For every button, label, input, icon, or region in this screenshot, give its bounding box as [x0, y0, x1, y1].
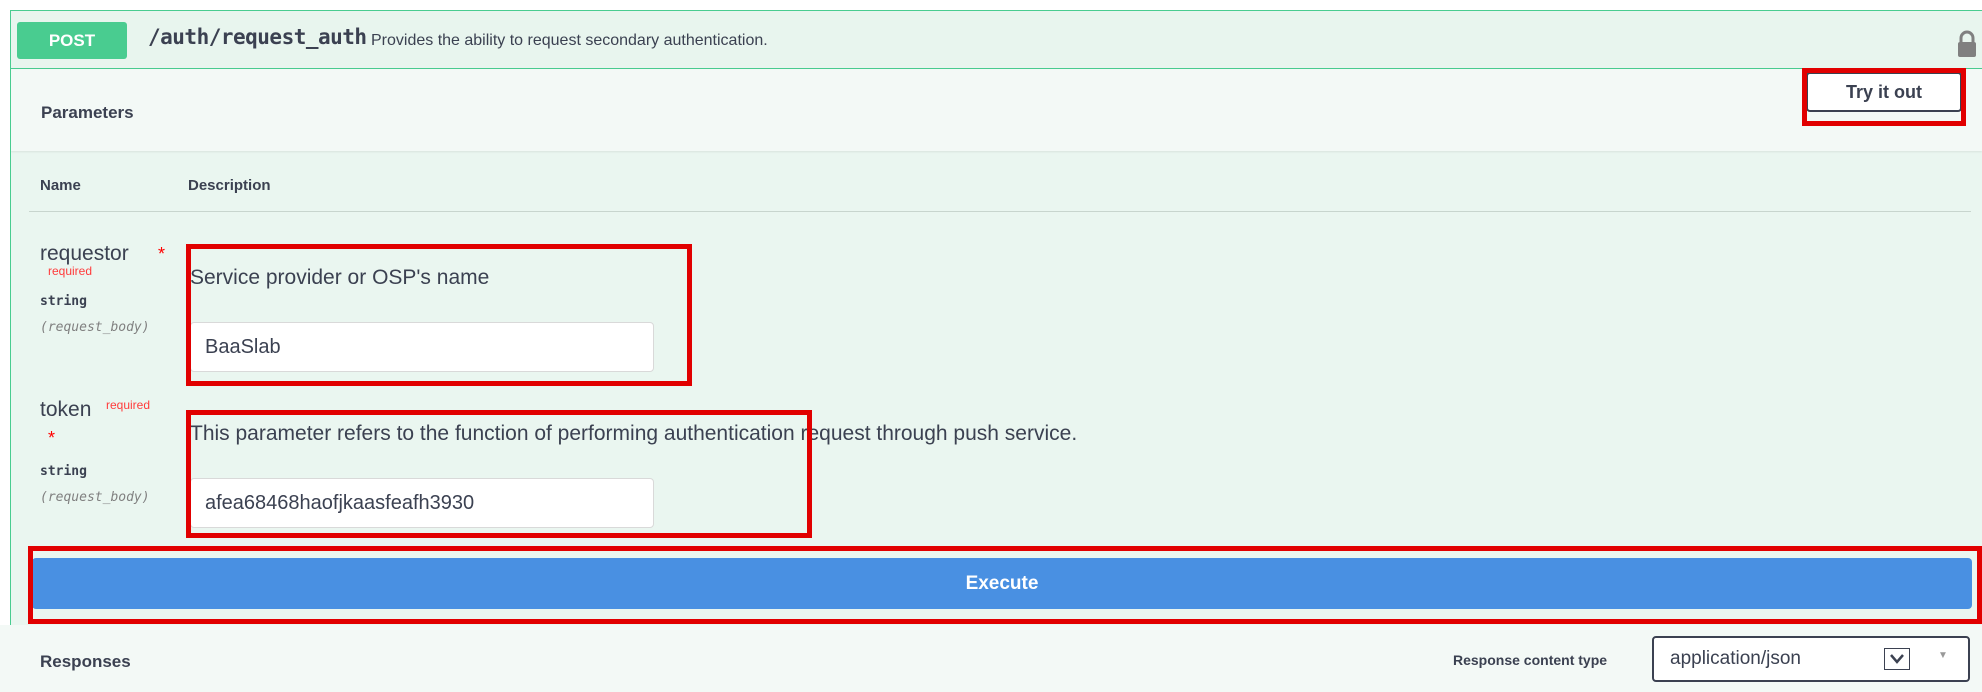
- required-star: *: [158, 244, 166, 264]
- requestor-input[interactable]: BaaSlab: [190, 322, 654, 372]
- param-location: (request_body): [40, 320, 150, 335]
- parameters-header: Parameters: [11, 69, 1982, 151]
- method-badge: POST: [17, 22, 127, 59]
- caret-down-icon: ▼: [1938, 650, 1948, 661]
- response-content-type-select[interactable]: application/json ▼: [1652, 636, 1970, 682]
- select-value: application/json: [1670, 648, 1801, 669]
- column-header-name: Name: [40, 177, 81, 194]
- required-label: required: [106, 398, 151, 412]
- param-type: string: [40, 464, 87, 479]
- parameters-title: Parameters: [41, 103, 134, 122]
- operation-summary-text: Provides the ability to request secondar…: [371, 32, 768, 49]
- required-label: required: [48, 264, 93, 278]
- response-content-type-label: Response content type: [1453, 652, 1608, 668]
- param-location: (request_body): [40, 490, 150, 505]
- chevron-down-icon[interactable]: [1884, 648, 1910, 670]
- param-type: string: [40, 294, 87, 309]
- execute-button[interactable]: Execute: [32, 558, 1972, 609]
- responses-title: Responses: [40, 652, 131, 671]
- header-divider: [29, 211, 1971, 212]
- try-it-out-button[interactable]: Try it out: [1806, 72, 1962, 112]
- param-name-token: token: [40, 398, 92, 421]
- param-description-requestor: Service provider or OSP's name: [190, 266, 490, 289]
- param-description-token: This parameter refers to the function of…: [190, 422, 1078, 445]
- operation-path: /auth/request_auth: [148, 25, 367, 49]
- column-header-description: Description: [188, 177, 271, 194]
- required-star: *: [48, 428, 56, 448]
- token-input[interactable]: afea68468haofjkaasfeafh3930: [190, 478, 654, 528]
- lock-icon[interactable]: [1956, 29, 1978, 59]
- operation-summary[interactable]: POST /auth/request_auth Provides the abi…: [11, 11, 1982, 69]
- param-name-requestor: requestor: [40, 242, 129, 265]
